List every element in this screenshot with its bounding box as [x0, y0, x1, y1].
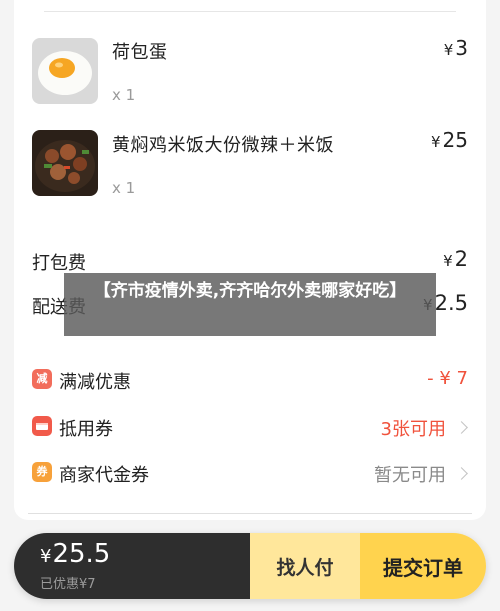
promo-value: - ¥ 7 — [427, 368, 468, 389]
cart-bar: ¥25.5 已优惠¥7 找人付 提交订单 — [14, 533, 486, 599]
merchant-voucher-icon: 券 — [32, 462, 52, 482]
item-price: ¥3 — [443, 36, 468, 60]
promo-label: 满减优惠 — [59, 372, 131, 393]
packing-fee-label: 打包费 — [32, 253, 86, 274]
divider — [44, 11, 456, 12]
item-name: 黄焖鸡米饭大份微辣＋米饭 — [112, 135, 334, 156]
chevron-right-icon — [455, 467, 468, 480]
item-name: 荷包蛋 — [112, 42, 168, 63]
submit-order-button[interactable]: 提交订单 — [360, 533, 486, 599]
fried-egg-image — [32, 38, 98, 104]
discount-icon: 减 — [32, 369, 52, 389]
find-someone-pay-button[interactable]: 找人付 — [250, 533, 360, 599]
promo-value: 3张可用 — [380, 419, 446, 440]
promo-value: 暂无可用 — [374, 465, 446, 486]
packing-fee-price: ¥2 — [443, 247, 468, 271]
order-card: 荷包蛋 x 1 ¥3 黄焖鸡米饭大份微辣＋米饭 x 1 ¥25 打包费 ¥2 配… — [14, 0, 486, 520]
cart-summary: ¥25.5 已优惠¥7 — [14, 533, 250, 599]
cart-total: ¥25.5 — [40, 539, 111, 569]
article-title-overlay: 【齐市疫情外卖,齐齐哈尔外卖哪家好吃】 — [64, 273, 436, 336]
divider — [28, 513, 472, 514]
item-price: ¥25 — [431, 128, 468, 152]
promo-label: 抵用券 — [59, 419, 113, 440]
coupon-icon — [32, 416, 52, 436]
item-quantity: x 1 — [112, 179, 136, 197]
chevron-right-icon — [455, 421, 468, 434]
cart-discount: 已优惠¥7 — [40, 577, 96, 592]
item-quantity: x 1 — [112, 86, 136, 104]
promo-label: 商家代金券 — [59, 465, 149, 486]
braised-chicken-image — [32, 130, 98, 196]
